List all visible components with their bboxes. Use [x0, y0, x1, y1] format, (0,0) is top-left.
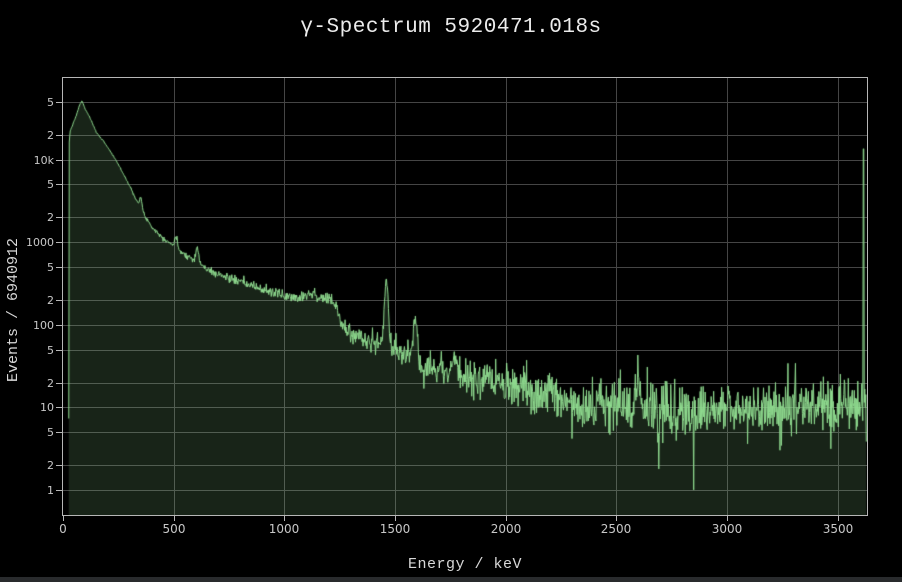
y-tick-mark — [56, 490, 62, 491]
y-tick-mark — [56, 102, 62, 103]
y-tick-mark — [56, 407, 62, 408]
x-tick-mark — [63, 516, 64, 521]
y-tick-mark — [56, 184, 62, 185]
x-tick-mark — [284, 516, 285, 521]
y-tick-mark — [56, 135, 62, 136]
y-tick-label: 5 — [18, 426, 54, 439]
y-tick-mark — [56, 300, 62, 301]
y-tick-mark — [56, 242, 62, 243]
bottom-bar — [0, 577, 902, 582]
y-tick-mark — [56, 325, 62, 326]
x-tick-label: 1500 — [365, 522, 425, 536]
y-axis-label: Events / 6940912 — [5, 190, 23, 430]
y-tick-mark — [56, 432, 62, 433]
y-tick-mark — [56, 383, 62, 384]
x-tick-label: 3000 — [697, 522, 757, 536]
x-tick-mark — [174, 516, 175, 521]
y-tick-label: 2 — [18, 459, 54, 472]
x-tick-mark — [395, 516, 396, 521]
y-tick-mark — [56, 217, 62, 218]
y-tick-label: 2 — [18, 294, 54, 307]
x-tick-label: 2500 — [586, 522, 646, 536]
x-tick-mark — [838, 516, 839, 521]
x-tick-mark — [506, 516, 507, 521]
y-tick-label: 5 — [18, 261, 54, 274]
y-tick-label: 10k — [18, 154, 54, 167]
y-tick-label: 1000 — [18, 236, 54, 249]
x-axis-label: Energy / keV — [63, 556, 867, 573]
x-tick-mark — [727, 516, 728, 521]
y-tick-label: 5 — [18, 178, 54, 191]
x-tick-label: 1000 — [254, 522, 314, 536]
y-tick-label: 2 — [18, 211, 54, 224]
x-tick-mark — [616, 516, 617, 521]
y-tick-label: 5 — [18, 344, 54, 357]
x-tick-label: 500 — [144, 522, 204, 536]
x-tick-label: 0 — [33, 522, 93, 536]
y-tick-mark — [56, 465, 62, 466]
y-tick-mark — [56, 350, 62, 351]
y-tick-label: 2 — [18, 377, 54, 390]
y-tick-mark — [56, 160, 62, 161]
y-tick-label: 5 — [18, 96, 54, 109]
y-tick-label: 10 — [18, 401, 54, 414]
y-tick-mark — [56, 267, 62, 268]
y-tick-label: 100 — [18, 319, 54, 332]
spectrum-canvas[interactable] — [63, 78, 867, 515]
spectrum-figure: γ-Spectrum 5920471.018s 1 2 5 10 2 5 100 2 5 1000… — [0, 0, 902, 582]
x-tick-label: 3500 — [808, 522, 868, 536]
y-tick-label: 1 — [18, 484, 54, 497]
x-tick-label: 2000 — [476, 522, 536, 536]
chart-title: γ-Spectrum 5920471.018s — [0, 16, 902, 39]
y-tick-label: 2 — [18, 129, 54, 142]
